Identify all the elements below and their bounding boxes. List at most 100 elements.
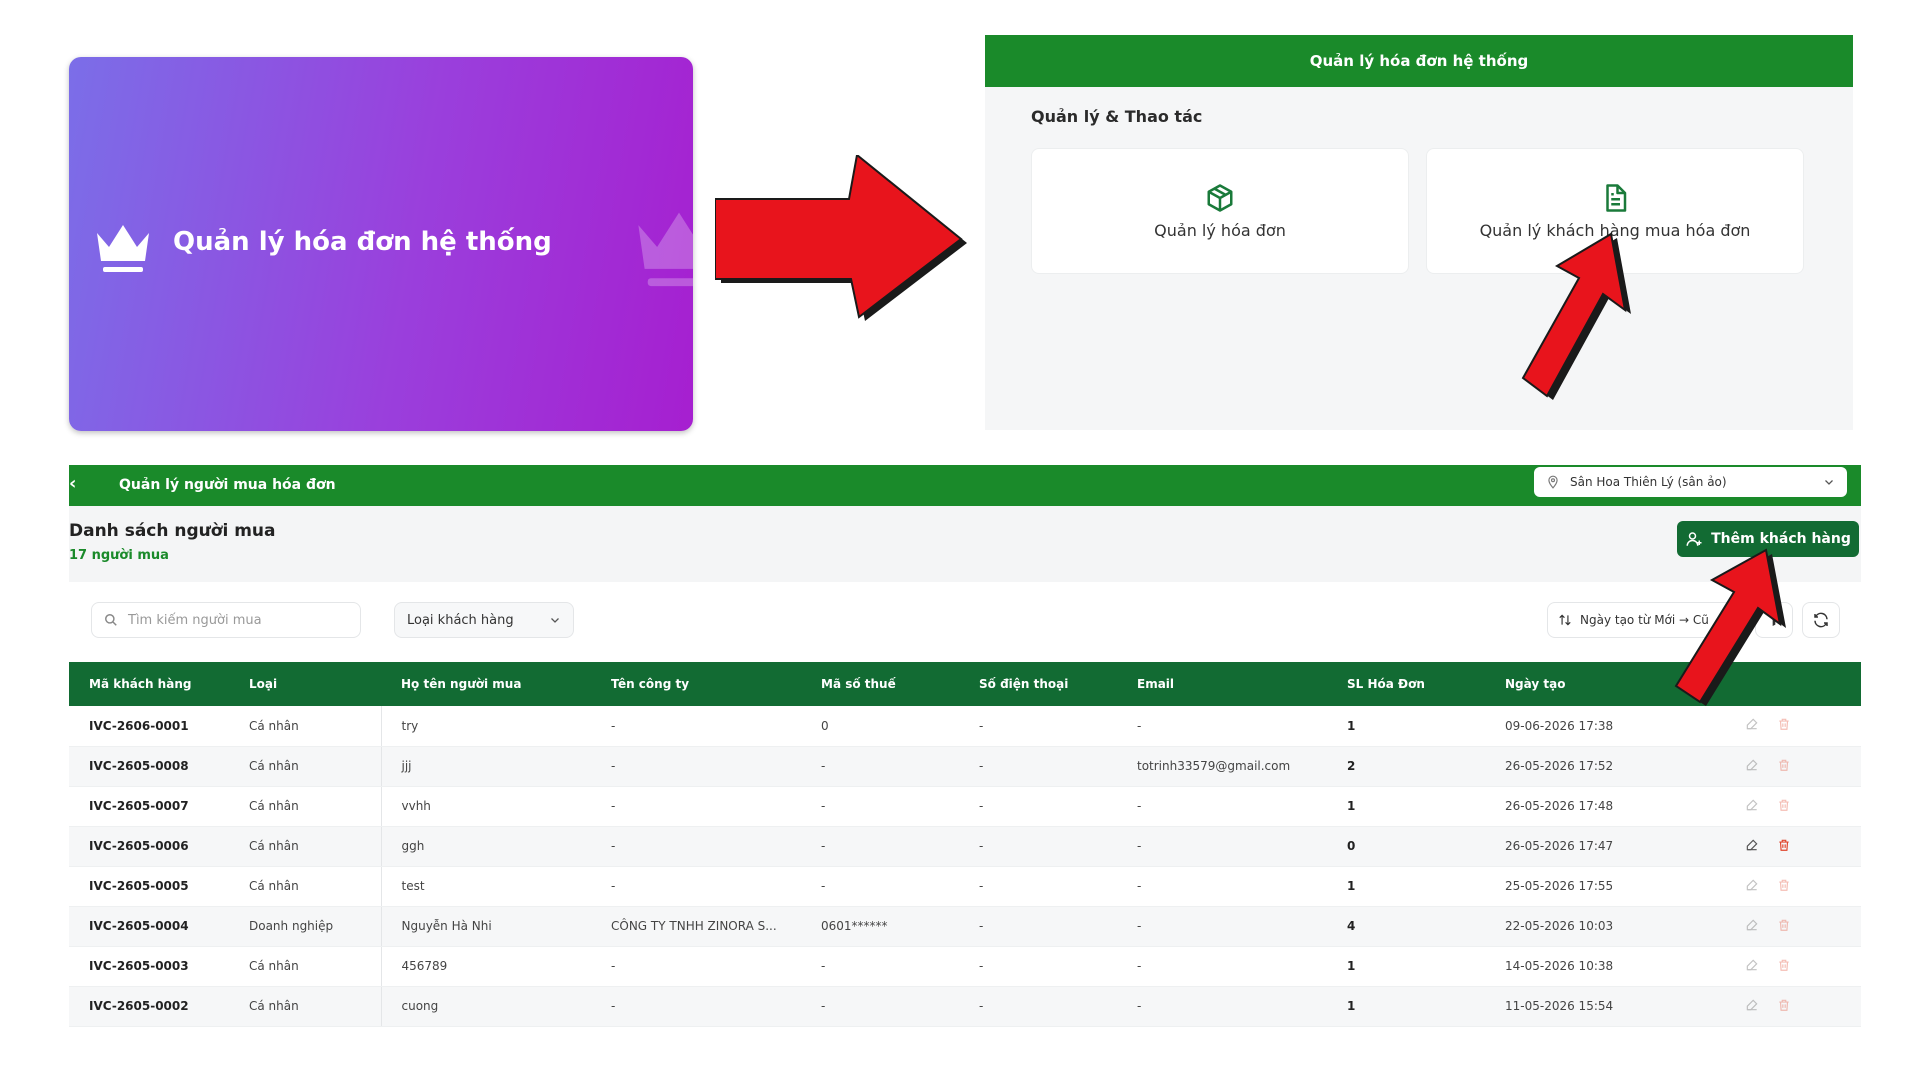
- refresh-icon: [1814, 612, 1828, 628]
- row-actions: [1725, 706, 1861, 747]
- company-name-cell: -: [591, 786, 801, 827]
- chevron-down-icon: [551, 618, 559, 623]
- buyer-name-cell: vvhh: [380, 786, 591, 827]
- edit-icon[interactable]: [1745, 758, 1759, 772]
- arrow-up-icon: [1521, 232, 1631, 400]
- email-cell: -: [1117, 906, 1327, 947]
- company-name-cell: CÔNG TY TNHH ZINORA S...: [591, 906, 801, 947]
- delete-icon[interactable]: [1777, 958, 1791, 972]
- customer-code-cell: IVC-2605-0005: [69, 866, 229, 907]
- app-title: Quản lý người mua hóa đơn: [119, 477, 336, 493]
- company-name-cell: -: [591, 746, 801, 787]
- tax-code-cell: -: [801, 866, 959, 907]
- delete-icon[interactable]: [1777, 878, 1791, 892]
- created-date-cell: 26-05-2026 17:48: [1485, 786, 1725, 827]
- store-select[interactable]: Sân Hoa Thiên Lý (sân ảo): [1534, 467, 1847, 497]
- invoice-count-cell: 1: [1327, 706, 1485, 747]
- email-cell: -: [1117, 826, 1327, 867]
- column-header: Mã khách hàng: [89, 677, 192, 691]
- package-icon: [1207, 183, 1233, 212]
- buyer-management-app: ‹ Quản lý người mua hóa đơn Sân Hoa Thiê…: [69, 465, 1861, 1027]
- edit-icon[interactable]: [1745, 838, 1759, 852]
- table-row[interactable]: IVC-2605-0006 Cá nhân ggh - - - -0 26-05-2026 1…: [69, 826, 1861, 867]
- invoice-count-cell: 0: [1327, 826, 1485, 867]
- row-actions: [1725, 746, 1861, 787]
- company-name-cell: -: [591, 946, 801, 987]
- table-header-row: Mã khách hàng Loại Họ tên người mua Tên …: [69, 662, 1861, 706]
- buyer-name-cell: try: [380, 706, 591, 747]
- table-row[interactable]: IVC-2606-0001 Cá nhân try -0- -1 09-06-2026 1…: [69, 706, 1861, 747]
- row-actions: [1725, 986, 1861, 1027]
- promo-card[interactable]: Quản lý hóa đơn hệ thống: [69, 57, 693, 431]
- edit-icon[interactable]: [1745, 998, 1759, 1012]
- sort-icon: [1559, 614, 1571, 626]
- customer-type-cell: Cá nhân: [229, 986, 381, 1027]
- invoice-count-cell: 2: [1327, 746, 1485, 787]
- table-row[interactable]: IVC-2605-0007 Cá nhân vvhh - - - -1 26-05-2026 …: [69, 786, 1861, 827]
- tax-code-cell: 0: [801, 706, 959, 747]
- customer-type-cell: Cá nhân: [229, 786, 381, 827]
- edit-icon[interactable]: [1745, 918, 1759, 932]
- table-row[interactable]: IVC-2605-0008 Cá nhân jjj - - - totrinh33579@g…: [69, 746, 1861, 787]
- buyer-name-cell: test: [380, 866, 591, 907]
- phone-cell: -: [959, 746, 1117, 787]
- search-placeholder: Tìm kiếm người mua: [128, 612, 262, 628]
- delete-icon[interactable]: [1777, 758, 1791, 772]
- row-actions: [1725, 786, 1861, 827]
- tax-code-cell: -: [801, 986, 959, 1027]
- column-header: Tên công ty: [611, 677, 690, 691]
- created-date-cell: 22-05-2026 10:03: [1485, 906, 1725, 947]
- buyer-name-cell: ggh: [380, 826, 591, 867]
- delete-icon[interactable]: [1777, 838, 1791, 852]
- delete-icon[interactable]: [1777, 998, 1791, 1012]
- edit-icon[interactable]: [1745, 878, 1759, 892]
- arrow-up-icon: [1674, 548, 1786, 706]
- back-arrow-icon[interactable]: ‹: [69, 473, 76, 494]
- phone-cell: -: [959, 706, 1117, 747]
- customer-type-select[interactable]: Loại khách hàng: [394, 602, 574, 638]
- add-customer-label: Thêm khách hàng: [1711, 531, 1851, 547]
- search-input[interactable]: Tìm kiếm người mua: [91, 602, 361, 638]
- phone-cell: -: [959, 826, 1117, 867]
- email-cell: -: [1117, 866, 1327, 907]
- edit-icon[interactable]: [1745, 958, 1759, 972]
- tile-invoice-management[interactable]: Quản lý hóa đơn: [1031, 148, 1409, 274]
- customer-type-cell: Cá nhân: [229, 826, 381, 867]
- delete-icon[interactable]: [1777, 918, 1791, 932]
- email-cell: -: [1117, 786, 1327, 827]
- customer-type-cell: Cá nhân: [229, 866, 381, 907]
- table-row[interactable]: IVC-2605-0002 Cá nhân cuong - - - -1 11-05-2026…: [69, 986, 1861, 1027]
- table-row[interactable]: IVC-2605-0005 Cá nhân test - - - -1 25-05-2026 …: [69, 866, 1861, 907]
- customer-code-cell: IVC-2605-0006: [69, 826, 229, 867]
- created-date-cell: 26-05-2026 17:52: [1485, 746, 1725, 787]
- phone-cell: -: [959, 866, 1117, 907]
- buyer-count: 17 người mua: [69, 548, 169, 563]
- filter-bar: Tìm kiếm người mua Loại khách hàng Ngày …: [69, 582, 1861, 662]
- company-name-cell: -: [591, 986, 801, 1027]
- menu-panel: Quản lý hóa đơn hệ thống Quản lý & Thao …: [985, 35, 1853, 430]
- page-title: Danh sách người mua: [69, 521, 276, 541]
- app-header: ‹ Quản lý người mua hóa đơn Sân Hoa Thiê…: [69, 465, 1861, 506]
- table-row[interactable]: IVC-2605-0003 Cá nhân 456789- - - -1 14-05-202…: [69, 946, 1861, 987]
- delete-icon[interactable]: [1777, 798, 1791, 812]
- edit-icon[interactable]: [1745, 717, 1759, 731]
- column-header: Email: [1137, 677, 1175, 691]
- created-date-cell: 26-05-2026 17:47: [1485, 826, 1725, 867]
- refresh-button[interactable]: [1802, 602, 1840, 638]
- crown-icon: [97, 225, 149, 272]
- email-cell: totrinh33579@gmail.com: [1117, 746, 1327, 787]
- column-header: Số điện thoại: [979, 677, 1069, 691]
- table-row[interactable]: IVC-2605-0004 Doanh nghiệp Nguyễn Hà Nhi CÔ…: [69, 906, 1861, 947]
- tax-code-cell: -: [801, 946, 959, 987]
- edit-icon[interactable]: [1745, 798, 1759, 812]
- row-actions: [1725, 906, 1861, 947]
- delete-icon[interactable]: [1777, 717, 1791, 731]
- customer-code-cell: IVC-2606-0001: [69, 706, 229, 747]
- customer-code-cell: IVC-2605-0004: [69, 906, 229, 947]
- column-header: Họ tên người mua: [401, 677, 522, 691]
- row-actions: [1725, 946, 1861, 987]
- created-date-cell: 11-05-2026 15:54: [1485, 986, 1725, 1027]
- column-header: SL Hóa Đơn: [1347, 677, 1425, 691]
- customer-type-value: Loại khách hàng: [407, 612, 514, 628]
- column-header: Loại: [249, 677, 278, 691]
